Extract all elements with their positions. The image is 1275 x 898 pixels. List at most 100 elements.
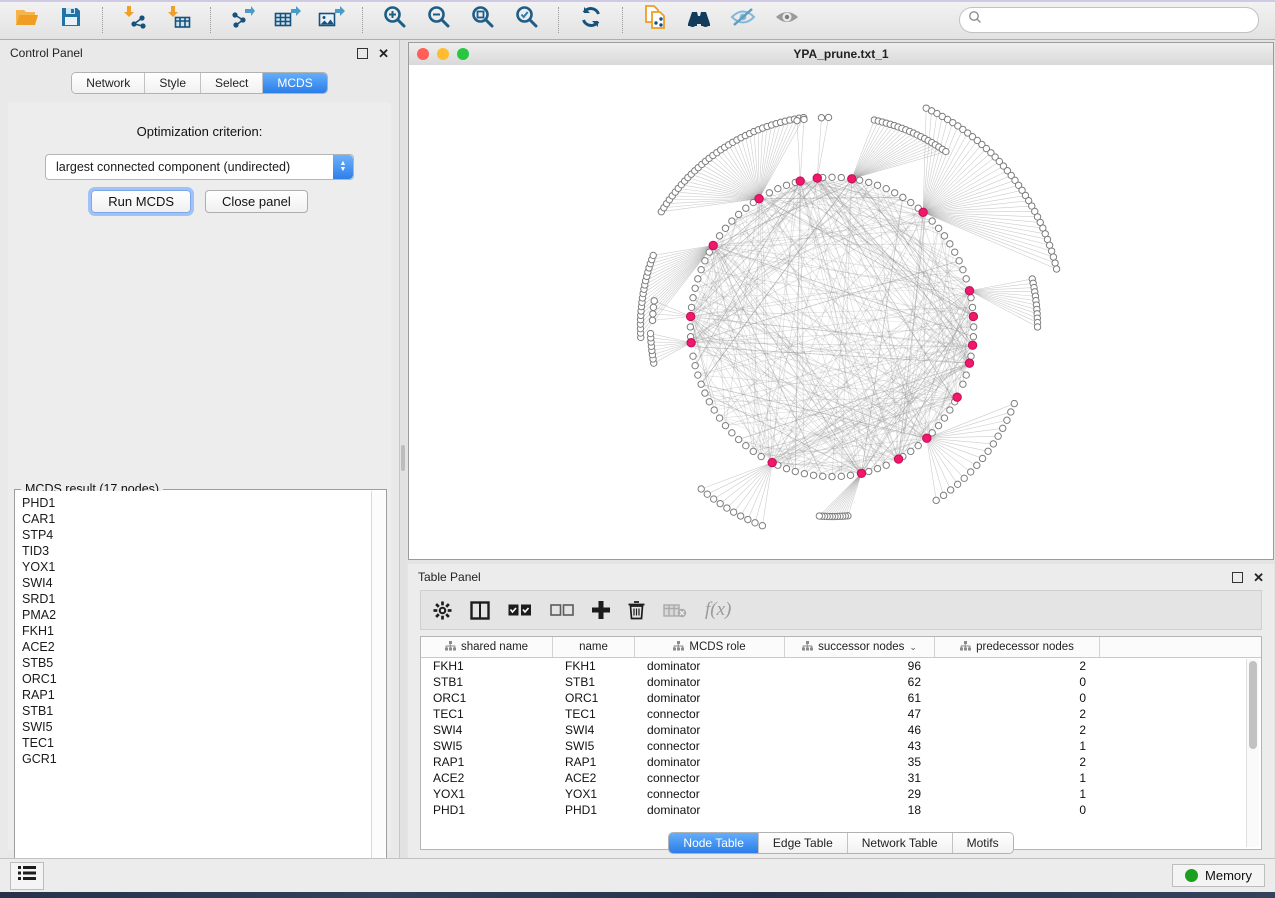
cell-predecessor-nodes: 2	[935, 707, 1100, 721]
mcds-result-item[interactable]: TID3	[22, 543, 372, 559]
tab-motifs[interactable]: Motifs	[953, 833, 1013, 853]
binoculars-icon	[685, 6, 713, 33]
column-header-successor-nodes[interactable]: successor nodes⌄	[785, 637, 935, 657]
mcds-result-item[interactable]: RAP1	[22, 687, 372, 703]
import-network-button[interactable]	[116, 4, 154, 36]
close-panel-button[interactable]: Close panel	[205, 190, 308, 213]
zoom-fit-button[interactable]	[464, 4, 502, 36]
tab-network[interactable]: Network	[72, 73, 145, 93]
zoom-selected-button[interactable]	[508, 4, 546, 36]
mcds-result-item[interactable]: SWI4	[22, 575, 372, 591]
table-panel-titlebar: Table Panel ✕	[408, 564, 1274, 590]
select-all-button[interactable]	[508, 604, 532, 616]
mcds-result-item[interactable]: TEC1	[22, 735, 372, 751]
cell-predecessor-nodes: 1	[935, 787, 1100, 801]
save-session-button[interactable]	[52, 4, 90, 36]
zoom-out-button[interactable]	[420, 4, 458, 36]
mcds-result-item[interactable]: ACE2	[22, 639, 372, 655]
attribute-type-icon	[802, 641, 813, 654]
table-row[interactable]: STB1STB1dominator620	[421, 674, 1261, 690]
deselect-all-button[interactable]	[550, 604, 574, 616]
mcds-result-item[interactable]: PHD1	[22, 495, 372, 511]
mcds-result-item[interactable]: PMA2	[22, 607, 372, 623]
tab-select[interactable]: Select	[201, 73, 263, 93]
table-row[interactable]: TEC1TEC1connector472	[421, 706, 1261, 722]
cell-MCDS-role: dominator	[635, 691, 785, 705]
apply-style-button[interactable]	[572, 4, 610, 36]
mcds-result-item[interactable]: CAR1	[22, 511, 372, 527]
table-row[interactable]: ORC1ORC1dominator610	[421, 690, 1261, 706]
mcds-result-item[interactable]: GCR1	[22, 751, 372, 767]
table-row[interactable]: PHD1PHD1dominator180	[421, 802, 1261, 818]
export-table-button[interactable]	[268, 4, 306, 36]
export-network-button[interactable]	[224, 4, 262, 36]
float-panel-icon[interactable]	[357, 48, 368, 59]
divider-grip[interactable]	[401, 445, 405, 471]
cell-name: ORC1	[553, 691, 635, 705]
table-row[interactable]: ACE2ACE2connector311	[421, 770, 1261, 786]
table-settings-button[interactable]	[433, 601, 452, 620]
mcds-result-item[interactable]: SRD1	[22, 591, 372, 607]
find-button[interactable]	[680, 4, 718, 36]
table-row[interactable]: SWI5SWI5connector431	[421, 738, 1261, 754]
memory-button[interactable]: Memory	[1172, 864, 1265, 887]
show-all-button[interactable]	[768, 4, 806, 36]
mcds-result-item[interactable]: FKH1	[22, 623, 372, 639]
network-window-titlebar[interactable]: YPA_prune.txt_1	[409, 43, 1273, 66]
export-image-button[interactable]	[312, 4, 350, 36]
mcds-list-scrollbar[interactable]	[371, 491, 385, 861]
dropdown-stepper-icon: ▲▼	[333, 155, 353, 179]
search-input[interactable]	[988, 12, 1250, 28]
table-row[interactable]: RAP1RAP1dominator352	[421, 754, 1261, 770]
clone-network-button[interactable]	[636, 4, 674, 36]
cell-successor-nodes: 29	[785, 787, 935, 801]
mcds-result-item[interactable]: SWI5	[22, 719, 372, 735]
search-box[interactable]	[959, 7, 1259, 33]
open-file-button[interactable]	[8, 4, 46, 36]
tab-mcds[interactable]: MCDS	[263, 73, 326, 93]
node-table-header: shared namenameMCDS rolesuccessor nodes⌄…	[421, 637, 1261, 658]
delete-column-button[interactable]	[628, 601, 645, 620]
hide-selected-button[interactable]	[724, 4, 762, 36]
cell-shared-name: ORC1	[421, 691, 553, 705]
mcds-result-item[interactable]: STP4	[22, 527, 372, 543]
network-canvas[interactable]	[409, 65, 1273, 559]
show-panels-button[interactable]	[10, 862, 44, 890]
zoom-in-button[interactable]	[376, 4, 414, 36]
tab-network-table[interactable]: Network Table	[848, 833, 953, 853]
column-header-shared-name[interactable]: shared name	[421, 637, 553, 657]
table-row[interactable]: YOX1YOX1connector291	[421, 786, 1261, 802]
attribute-type-icon	[960, 641, 971, 654]
float-table-panel-icon[interactable]	[1232, 572, 1243, 583]
close-table-panel-icon[interactable]: ✕	[1253, 573, 1264, 582]
column-header-name[interactable]: name	[553, 637, 635, 657]
tab-node-table[interactable]: Node Table	[669, 833, 759, 853]
toggle-columns-button[interactable]	[470, 601, 490, 620]
table-row[interactable]: SWI4SWI4dominator462	[421, 722, 1261, 738]
column-header-predecessor-nodes[interactable]: predecessor nodes	[935, 637, 1100, 657]
panel-divider[interactable]	[400, 40, 407, 858]
mcds-result-item[interactable]: YOX1	[22, 559, 372, 575]
mcds-result-item[interactable]: STB1	[22, 703, 372, 719]
import-table-button[interactable]	[160, 4, 198, 36]
refresh-icon	[578, 4, 604, 35]
table-scrollbar-thumb[interactable]	[1249, 661, 1257, 749]
import-table-icon	[166, 5, 192, 34]
table-row[interactable]: FKH1FKH1dominator962	[421, 658, 1261, 674]
run-mcds-button[interactable]: Run MCDS	[91, 190, 191, 213]
toolbar-separator	[622, 7, 624, 33]
table-scrollbar[interactable]	[1246, 659, 1259, 847]
workspace: YPA_prune.txt_1 Table Panel ✕	[407, 40, 1275, 858]
close-panel-icon[interactable]: ✕	[378, 49, 389, 58]
cell-predecessor-nodes: 1	[935, 739, 1100, 753]
cell-shared-name: RAP1	[421, 755, 553, 769]
mcds-result-item[interactable]: ORC1	[22, 671, 372, 687]
import-network-icon	[122, 5, 148, 34]
mcds-result-item[interactable]: STB5	[22, 655, 372, 671]
tab-style[interactable]: Style	[145, 73, 201, 93]
column-header-MCDS-role[interactable]: MCDS role	[635, 637, 785, 657]
criterion-dropdown[interactable]: largest connected component (undirected)…	[45, 154, 354, 180]
add-column-button[interactable]	[592, 601, 610, 619]
tab-edge-table[interactable]: Edge Table	[759, 833, 848, 853]
export-table-icon	[273, 5, 301, 34]
